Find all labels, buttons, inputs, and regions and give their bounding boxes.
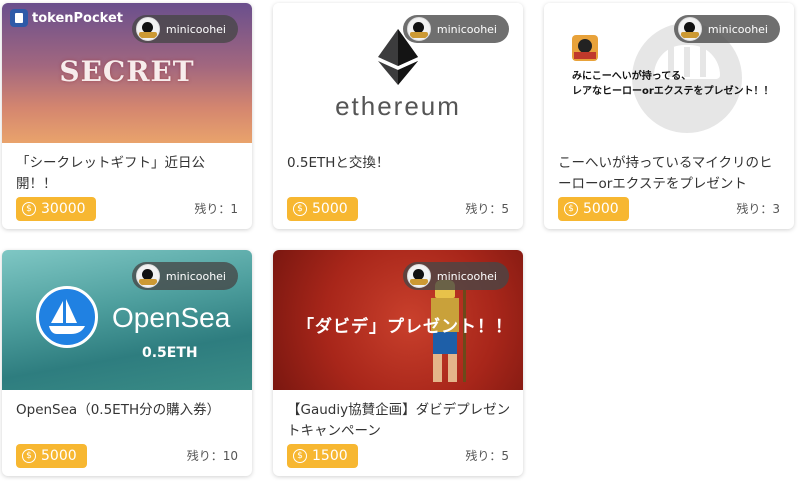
card-title: 【Gaudiy協賛企画】ダビデプレゼントキャンペーン bbox=[287, 402, 511, 439]
card-title: こーへいが持っているマイクリのヒーローorエクステをプレゼント bbox=[558, 155, 773, 192]
coin-icon: $ bbox=[22, 449, 36, 463]
avatar bbox=[406, 17, 431, 41]
promo-line-1: みにこーへいが持ってる、 bbox=[572, 71, 692, 82]
tokenpocket-logo: tokenPocket bbox=[10, 9, 123, 27]
david-promo-text: 「ダビデ」プレゼント！！ bbox=[297, 317, 513, 337]
avatar bbox=[677, 17, 702, 41]
hero-icon bbox=[572, 35, 598, 61]
card-title: OpenSea（0.5ETH分の購入券） bbox=[16, 402, 221, 418]
promo-line-2: レアなヒーローorエクステをプレゼント！！ bbox=[572, 86, 774, 97]
gift-card-ethereum[interactable]: ethereum minicoohei 0.5ETHと交換！ $ 5000 残り… bbox=[273, 3, 523, 229]
price-badge: $ 30000 bbox=[16, 197, 96, 221]
eth-amount: 0.5ETH bbox=[142, 345, 198, 361]
remaining-count: 残り：10 bbox=[186, 449, 238, 463]
coin-icon: $ bbox=[564, 202, 578, 216]
owner-badge[interactable]: minicoohei bbox=[402, 15, 509, 43]
opensea-wordmark: OpenSea bbox=[112, 302, 231, 333]
remaining-count: 残り：5 bbox=[465, 202, 509, 216]
price-badge: $ 5000 bbox=[16, 444, 87, 468]
ethereum-wordmark: ethereum bbox=[335, 91, 461, 121]
remaining-count: 残り：3 bbox=[736, 202, 780, 216]
gift-card-david[interactable]: 「ダビデ」プレゼント！！ minicoohei 【Gaudiy協賛企画】ダビデプ… bbox=[273, 250, 523, 476]
owner-badge[interactable]: minicoohei bbox=[131, 15, 238, 43]
coin-icon: $ bbox=[293, 202, 307, 216]
avatar bbox=[135, 17, 160, 41]
secret-text: SECRET bbox=[59, 55, 195, 88]
owner-badge[interactable]: minicoohei bbox=[673, 15, 780, 43]
avatar bbox=[135, 264, 160, 288]
price-badge: $ 5000 bbox=[558, 197, 629, 221]
owner-badge[interactable]: minicoohei bbox=[131, 262, 238, 290]
gift-card-opensea[interactable]: OpenSea 0.5ETH minicoohei OpenSea（0.5ETH… bbox=[2, 250, 252, 476]
gift-card-mycryptoheroes[interactable]: みにこーへいが持ってる、 レアなヒーローorエクステをプレゼント！！ minic… bbox=[544, 3, 794, 229]
avatar bbox=[406, 264, 431, 288]
tokenpocket-icon bbox=[10, 9, 28, 27]
opensea-logo-icon bbox=[36, 286, 98, 348]
remaining-count: 残り：1 bbox=[194, 202, 238, 216]
owner-badge[interactable]: minicoohei bbox=[402, 262, 509, 290]
card-title: 0.5ETHと交換！ bbox=[287, 155, 390, 171]
price-badge: $ 1500 bbox=[287, 444, 358, 468]
price-badge: $ 5000 bbox=[287, 197, 358, 221]
coin-icon: $ bbox=[293, 449, 307, 463]
coin-icon: $ bbox=[22, 202, 36, 216]
card-title: 「シークレットギフト」近日公開！！ bbox=[16, 155, 205, 192]
remaining-count: 残り：5 bbox=[465, 449, 509, 463]
gift-card-secret[interactable]: tokenPocket SECRET minicoohei 「シークレットギフト… bbox=[2, 3, 252, 229]
